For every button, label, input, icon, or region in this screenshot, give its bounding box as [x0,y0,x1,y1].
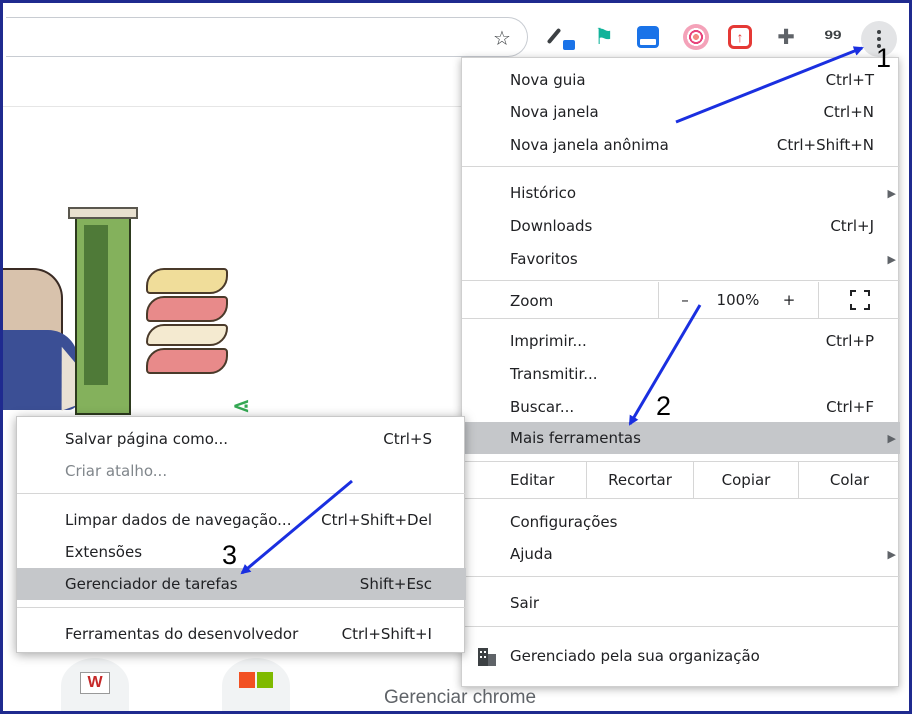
shortcut-tile-w[interactable]: W [61,658,129,714]
zoom-divider [658,282,659,318]
menu-item-incognito-window[interactable]: Nova janela anônima Ctrl+Shift+N [462,129,900,161]
submenu-item-label: Ferramentas do desenvolvedor [65,625,299,643]
submenu-arrow-icon: ▶ [887,431,896,445]
submenu-item-shortcut: Shift+Esc [359,575,432,593]
browser-toolbar: ☆ ⚑ ↑ ✚ ⁹⁹ [3,3,909,65]
menu-item-label: Buscar... [510,398,575,416]
annotation-step-2: 2 [656,391,672,421]
submenu-item-label: Criar atalho... [65,462,168,480]
star-outline-icon[interactable]: ☆ [491,28,513,50]
microsoft-logo-icon [239,672,273,714]
caption-text: Gerenciar chrome [384,687,537,708]
menu-separator [462,626,900,627]
edit-label: Editar [510,471,555,489]
menu-item-cast[interactable]: Transmitir... [462,358,900,390]
zoom-label: Zoom [510,292,554,310]
illustration-column-shade [84,225,108,385]
submenu-item-shortcut: Ctrl+Shift+I [341,625,432,643]
menu-item-label: Transmitir... [510,365,598,383]
illustration-column-top [68,207,138,219]
menu-item-find[interactable]: Buscar... Ctrl+F [462,391,900,423]
submenu-item-label: Salvar página como... [65,430,229,448]
menu-item-label: Imprimir... [510,332,587,350]
submenu-arrow-icon: ▶ [887,547,896,561]
submenu-item-task-manager[interactable]: Gerenciador de tarefas Shift+Esc [17,568,466,600]
zoom-in-button[interactable]: + [774,282,804,318]
menu-item-label: Nova janela anônima [510,136,669,154]
zoom-level-value: 100% [716,291,760,309]
menu-item-shortcut: Ctrl+P [825,332,874,350]
menu-separator [462,498,900,499]
save-extension-icon[interactable] [637,26,659,48]
menu-item-help[interactable]: Ajuda ▶ [462,538,900,570]
menu-item-label: Histórico [510,184,577,202]
menu-item-shortcut: Ctrl+F [826,398,874,416]
submenu-item-shortcut: Ctrl+S [383,430,432,448]
upload-extension-icon[interactable]: ↑ [728,25,752,49]
menu-item-exit[interactable]: Sair [462,587,900,619]
submenu-arrow-icon: ▶ [887,252,896,266]
submenu-item-create-shortcut[interactable]: Criar atalho... [17,455,466,487]
submenu-item-clear-data[interactable]: Limpar dados de navegação... Ctrl+Shift+… [17,504,466,536]
fullscreen-icon[interactable] [850,290,870,310]
menu-item-label: Favoritos [510,250,578,268]
menu-item-downloads[interactable]: Downloads Ctrl+J [462,210,900,242]
submenu-item-shortcut: Ctrl+Shift+Del [321,511,432,529]
copy-button[interactable]: Copiar [694,462,798,498]
menu-item-more-tools[interactable]: Mais ferramentas ▶ [462,422,900,454]
menu-item-shortcut: Ctrl+N [823,103,874,121]
menu-item-new-tab[interactable]: Nova guia Ctrl+T [462,64,900,96]
zoom-row: Zoom – 100% + [462,282,900,318]
annotation-step-3: 3 [222,540,238,570]
submenu-item-label: Extensões [65,543,143,561]
menu-item-shortcut: Ctrl+T [825,71,874,89]
menu-item-bookmarks[interactable]: Favoritos ▶ [462,243,900,275]
menu-item-label: Gerenciado pela sua organização [510,647,760,665]
menu-item-label: Nova guia [510,71,586,89]
target-extension-icon[interactable] [683,24,709,50]
menu-item-label: Configurações [510,513,618,531]
menu-separator [17,493,466,494]
eyedropper-extension-icon[interactable] [546,24,575,50]
submenu-arrow-icon: ▶ [887,186,896,200]
menu-item-shortcut: Ctrl+J [830,217,874,235]
zoom-divider [818,282,819,318]
zoom-out-button[interactable]: – [670,282,700,318]
menu-item-new-window[interactable]: Nova janela Ctrl+N [462,96,900,128]
address-bar[interactable] [6,17,528,57]
cut-button[interactable]: Recortar [587,462,693,498]
menu-item-label: Mais ferramentas [510,429,641,447]
menu-item-label: Ajuda [510,545,553,563]
more-tools-submenu: Salvar página como... Ctrl+S Criar atalh… [16,416,466,653]
chrome-main-menu: Nova guia Ctrl+T Nova janela Ctrl+N Nova… [461,57,900,687]
submenu-item-save-page[interactable]: Salvar página como... Ctrl+S [17,423,466,455]
menu-item-shortcut: Ctrl+Shift+N [776,136,874,154]
menu-item-settings[interactable]: Configurações [462,506,900,538]
submenu-item-developer-tools[interactable]: Ferramentas do desenvolvedor Ctrl+Shift+… [17,618,466,650]
menu-separator [17,607,466,608]
edit-row: Editar Recortar Copiar Colar [462,462,900,498]
submenu-item-extensions[interactable]: Extensões [17,536,466,568]
menu-item-label: Downloads [510,217,593,235]
quote-extension-icon[interactable]: ⁹⁹ [815,24,849,50]
menu-separator [462,576,900,577]
submenu-item-label: Limpar dados de navegação... [65,511,292,529]
menu-separator [462,280,900,281]
menu-separator [462,166,900,167]
menu-item-managed[interactable]: Gerenciado pela sua organização [462,640,900,672]
page-divider [3,106,463,107]
menu-item-history[interactable]: Histórico ▶ [462,177,900,209]
menu-item-label: Sair [510,594,540,612]
menu-item-label: Nova janela [510,103,599,121]
paste-button[interactable]: Colar [799,462,900,498]
illustration-wave [146,268,228,398]
runner-extension-icon[interactable]: ⚑ [591,24,617,50]
submenu-item-label: Gerenciador de tarefas [65,575,238,593]
w-logo-icon: W [80,672,110,694]
shortcut-tile-microsoft[interactable] [222,658,290,714]
menu-item-print[interactable]: Imprimir... Ctrl+P [462,325,900,357]
annotation-step-1: 1 [876,43,892,73]
menu-separator [462,318,900,319]
puzzle-extensions-icon[interactable]: ✚ [773,24,799,50]
